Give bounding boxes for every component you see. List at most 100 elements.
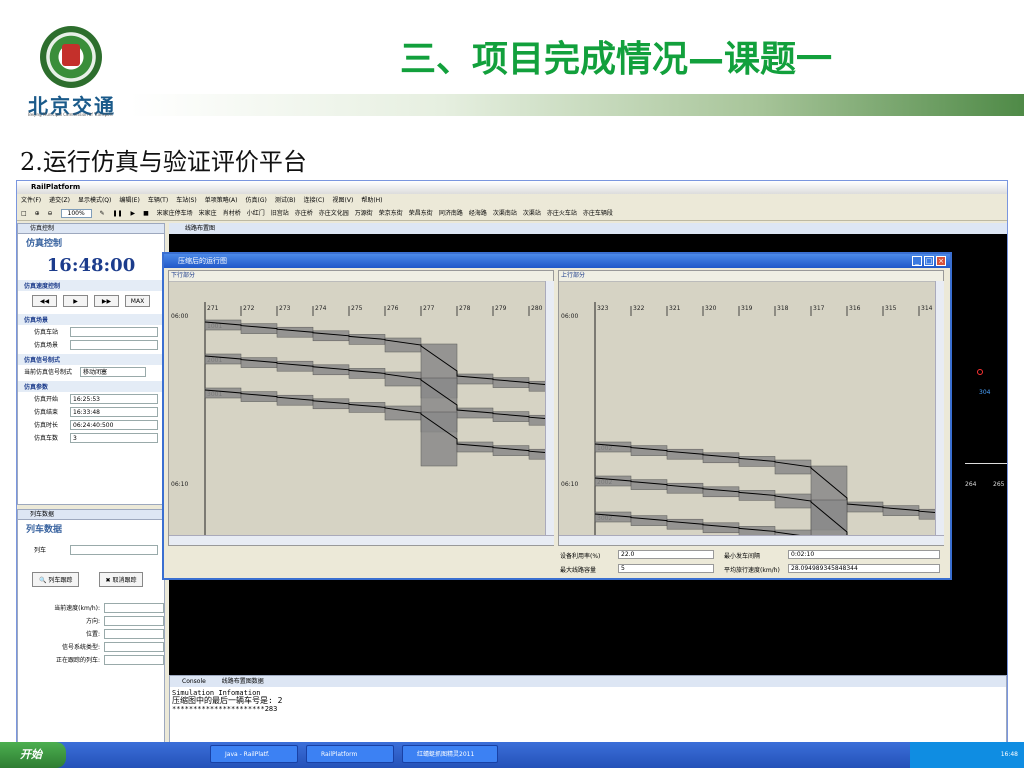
station-button-7[interactable]: 万源街 <box>355 210 373 217</box>
station-button-2[interactable]: 肖村桥 <box>223 210 241 217</box>
param-label: 仿真车数 <box>34 435 59 442</box>
signal-field[interactable]: 移动闭塞 <box>80 366 146 377</box>
menu-item-2[interactable]: 显示模式(Q) <box>78 197 111 204</box>
station-button-0[interactable]: 宋家庄停车场 <box>157 210 193 217</box>
menu-item-7[interactable]: 仿真(G) <box>245 197 266 204</box>
up-horizontal-scrollbar[interactable] <box>559 535 944 545</box>
up-time-top: 06:00 <box>561 313 578 320</box>
new-icon[interactable]: □ <box>21 210 27 217</box>
param-field[interactable]: 3 <box>70 432 158 443</box>
scene-field[interactable] <box>70 326 158 337</box>
station-button-9[interactable]: 荣昌东街 <box>409 210 433 217</box>
console-panel: Console 线路布置图数据 Simulation Infomation 压缩… <box>169 675 1007 751</box>
task-java[interactable]: Java - RailPlatf. <box>210 745 298 763</box>
cancel-track-button[interactable]: ✖ 取消跟踪 <box>98 572 144 587</box>
speed-section[interactable]: 仿真速度控制 <box>18 280 164 291</box>
param-field[interactable]: 16:33:48 <box>70 406 158 417</box>
down-horizontal-scrollbar[interactable] <box>169 535 554 545</box>
speed-button-1[interactable]: ▶ <box>63 295 88 307</box>
track-line <box>965 463 1007 464</box>
start-button[interactable]: 开始 <box>0 742 66 768</box>
console-tabs: Console 线路布置图数据 <box>170 676 1006 687</box>
zoom-in-icon[interactable]: ⊕ <box>35 210 40 217</box>
window-titlebar[interactable]: RailPlatform <box>17 181 1007 194</box>
params-section[interactable]: 仿真参数 <box>18 381 164 392</box>
speed-button-0[interactable]: ◀◀ <box>32 295 57 307</box>
utilization-field[interactable]: 22.0 <box>618 550 714 559</box>
task-railplatform[interactable]: RailPlatform <box>306 745 394 763</box>
signal-label: 当前仿真信号制式 <box>24 369 73 376</box>
menu-item-11[interactable]: 帮助(H) <box>361 197 382 204</box>
capacity-field[interactable]: 5 <box>618 564 714 573</box>
station-button-14[interactable]: 亦庄火车站 <box>547 210 577 217</box>
station-button-8[interactable]: 荣京东街 <box>379 210 403 217</box>
train-field[interactable] <box>70 544 158 555</box>
station-button-3[interactable]: 小红门 <box>247 210 265 217</box>
station-button-1[interactable]: 宋家庄 <box>199 210 217 217</box>
play-icon[interactable]: ▶ <box>131 210 136 217</box>
down-vertical-scrollbar[interactable] <box>545 281 554 535</box>
tab-layout-data[interactable]: 线路布置图数据 <box>222 678 264 685</box>
train-info-field[interactable] <box>104 628 164 639</box>
param-field[interactable]: 16:25:53 <box>70 393 158 404</box>
param-row: 仿真时长 06:24:40:500 <box>18 418 164 431</box>
stop-icon[interactable]: ■ <box>143 210 149 217</box>
scene-field[interactable] <box>70 339 158 350</box>
down-timetable-chart: 06:00 06:10 271 272 273 274 275 276 277 278 279 280… <box>169 281 545 535</box>
down-occupancy-block <box>528 380 545 392</box>
tab-line-layout[interactable]: 线路布置图 <box>169 223 1007 234</box>
speed-button-3[interactable]: MAX <box>125 295 150 307</box>
avg-speed-field[interactable]: 28.094989345848344 <box>788 564 940 573</box>
timetable-statistics: 设备利用率(%) 22.0 最小发车间隔 0:02:10 最大线路容量 5 平均… <box>164 550 950 578</box>
station-button-12[interactable]: 次渠南站 <box>493 210 517 217</box>
menu-item-4[interactable]: 车辆(T) <box>148 197 168 204</box>
param-field[interactable]: 06:24:40:500 <box>70 419 158 430</box>
task-screenshot-tool[interactable]: 红蜻蜓抓图精灵2011 <box>402 745 498 763</box>
pen-icon[interactable]: ✎ <box>100 210 105 217</box>
train-info-field[interactable] <box>104 615 164 626</box>
train-panel-heading: 列车数据 <box>26 525 63 535</box>
tab-train-data[interactable]: 列车数据 <box>18 510 164 520</box>
menu-item-1[interactable]: 递交(Z) <box>49 197 70 204</box>
scene-row: 仿真车站 <box>18 325 164 338</box>
tab-console[interactable]: Console <box>182 678 206 685</box>
menu-item-5[interactable]: 车站(S) <box>176 197 197 204</box>
up-station-label: 320 <box>705 305 717 312</box>
header-band <box>130 94 1024 116</box>
up-direction-label: 上行部分 <box>561 272 586 279</box>
pause-icon[interactable]: ❚❚ <box>113 210 123 217</box>
minimize-icon[interactable]: _ <box>912 256 922 266</box>
menu-item-8[interactable]: 测试(B) <box>275 197 296 204</box>
menu-item-9[interactable]: 连接(C) <box>304 197 325 204</box>
tab-simulation-control[interactable]: 仿真控制 <box>18 224 164 234</box>
close-icon[interactable]: × <box>936 256 946 266</box>
maximize-icon[interactable]: □ <box>924 256 934 266</box>
train-info-field[interactable] <box>104 641 164 652</box>
zoom-select[interactable]: 100% <box>60 209 92 218</box>
logo-english-text: Beijing Municipal Commission of Transpor… <box>28 112 113 117</box>
menu-item-0[interactable]: 文件(F) <box>21 197 41 204</box>
train-info-label: 信号系统类型: <box>61 644 100 651</box>
train-info-field[interactable] <box>104 654 164 665</box>
menu-item-6[interactable]: 单项策略(A) <box>205 197 238 204</box>
station-button-4[interactable]: 旧宫站 <box>271 210 289 217</box>
station-button-10[interactable]: 同济南路 <box>439 210 463 217</box>
station-button-15[interactable]: 亦庄车辆段 <box>583 210 613 217</box>
min-headway-field[interactable]: 0:02:10 <box>788 550 940 559</box>
up-station-label: 315 <box>885 305 897 312</box>
speed-button-2[interactable]: ▶▶ <box>94 295 119 307</box>
scene-section[interactable]: 仿真场景 <box>18 314 164 325</box>
track-train-button[interactable]: 🔍 列车跟踪 <box>32 572 80 587</box>
dialog-titlebar[interactable]: 压缩后的运行图 <box>164 254 950 268</box>
station-button-6[interactable]: 亦庄文化园 <box>319 210 349 217</box>
station-button-5[interactable]: 亦庄桥 <box>295 210 313 217</box>
train-info-field[interactable] <box>104 602 164 613</box>
menu-item-3[interactable]: 编辑(E) <box>119 197 139 204</box>
station-button-13[interactable]: 次渠站 <box>523 210 541 217</box>
scene-label: 仿真车站 <box>34 329 59 336</box>
menu-item-10[interactable]: 视图(V) <box>333 197 354 204</box>
station-button-11[interactable]: 经海路 <box>469 210 487 217</box>
up-vertical-scrollbar[interactable] <box>935 281 944 535</box>
zoom-out-icon[interactable]: ⊖ <box>48 210 53 217</box>
signal-section[interactable]: 仿真信号制式 <box>18 354 164 365</box>
